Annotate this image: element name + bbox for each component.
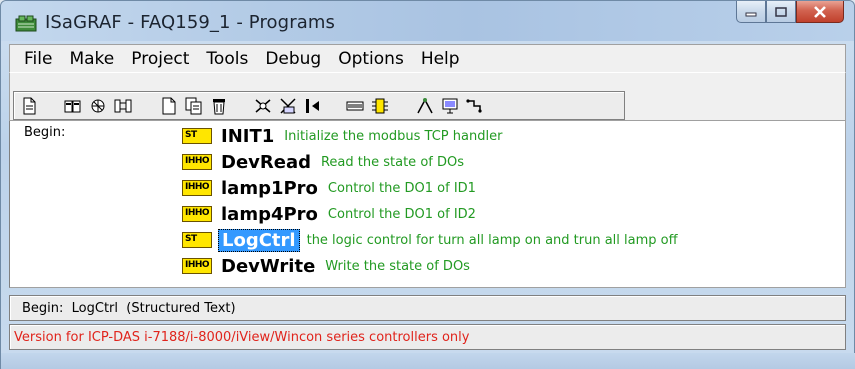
ladder-diagram-icon: IHHO: [182, 206, 212, 222]
new-program-icon[interactable]: [160, 97, 178, 115]
title-bar[interactable]: ISaGRAF - FAQ159_1 - Programs: [1, 1, 854, 41]
run-icon[interactable]: [304, 97, 322, 115]
program-name[interactable]: DevWrite: [218, 256, 318, 277]
program-name[interactable]: DevRead: [218, 152, 314, 173]
delete-icon[interactable]: [210, 97, 228, 115]
program-description: Initialize the modbus TCP handler: [284, 128, 503, 144]
program-row[interactable]: ST INIT1 Initialize the modbus TCP handl…: [182, 125, 502, 147]
structured-text-icon: ST: [182, 232, 212, 248]
program-name[interactable]: INIT1: [218, 126, 277, 147]
program-row-selected[interactable]: ST LogCtrl the logic control for turn al…: [182, 228, 678, 252]
dictionary-icon[interactable]: [64, 97, 82, 115]
close-button[interactable]: [796, 1, 844, 23]
menu-help[interactable]: Help: [413, 49, 469, 69]
version-note-text: Version for ICP-DAS i-7188/i-8000/iView/…: [14, 330, 470, 345]
program-list: Begin: ST INIT1 Initialize the modbus TC…: [9, 121, 846, 288]
minimize-icon: [745, 12, 757, 16]
maximize-button[interactable]: [766, 1, 796, 23]
io-board-icon[interactable]: [346, 97, 364, 115]
structured-text-icon: ST: [182, 128, 212, 144]
menu-debug[interactable]: Debug: [257, 49, 330, 69]
program-description: Read the state of DOs: [320, 154, 464, 170]
program-description: Control the DO1 of ID1: [327, 180, 476, 196]
window-controls: [736, 1, 844, 25]
sim-icon[interactable]: [371, 97, 389, 115]
app-window: ISaGRAF - FAQ159_1 - Programs File Make …: [0, 0, 855, 369]
program-description: Control the DO1 of ID2: [327, 206, 476, 222]
io-connection-icon[interactable]: [114, 97, 132, 115]
program-description: the logic control for turn all lamp on a…: [306, 232, 678, 248]
ladder-diagram-icon: IHHO: [182, 154, 212, 170]
program-name[interactable]: lamp1Pro: [218, 178, 321, 199]
window-title: ISaGRAF - FAQ159_1 - Programs: [45, 12, 335, 33]
program-row[interactable]: IHHO lamp1Pro Control the DO1 of ID1: [182, 177, 476, 199]
program-description: Write the state of DOs: [325, 258, 470, 274]
ladder-diagram-icon: IHHO: [182, 180, 212, 196]
debug-icon[interactable]: [416, 97, 434, 115]
toolbar-buttons: [13, 91, 625, 120]
menu-bar: File Make Project Tools Debug Options He…: [9, 44, 846, 72]
window-bottom-frame: [1, 353, 855, 369]
menu-options[interactable]: Options: [330, 49, 413, 69]
compile-icon[interactable]: [254, 97, 272, 115]
menu-file[interactable]: File: [16, 49, 61, 69]
toolbar: [9, 72, 846, 121]
isagraf-app-icon[interactable]: [15, 15, 37, 32]
status-info-text: Begin: LogCtrl (Structured Text): [22, 301, 236, 316]
ladder-diagram-icon: IHHO: [182, 258, 212, 274]
minimize-button[interactable]: [736, 1, 766, 23]
status-bar-info: Begin: LogCtrl (Structured Text): [9, 295, 846, 321]
program-row[interactable]: IHHO lamp4Pro Control the DO1 of ID2: [182, 203, 476, 225]
section-label-begin: Begin:: [24, 125, 66, 140]
verify-icon[interactable]: [279, 97, 297, 115]
program-row[interactable]: IHHO DevWrite Write the state of DOs: [182, 255, 470, 277]
connect-icon[interactable]: [466, 97, 484, 115]
program-name[interactable]: LogCtrl: [218, 228, 300, 252]
status-bar-version: Version for ICP-DAS i-7188/i-8000/iView/…: [9, 324, 846, 350]
monitor-icon[interactable]: [441, 97, 459, 115]
new-page-icon[interactable]: [20, 97, 38, 115]
menu-make[interactable]: Make: [61, 49, 123, 69]
maximize-icon: [775, 6, 787, 17]
program-name[interactable]: lamp4Pro: [218, 204, 321, 225]
link-icon[interactable]: [89, 97, 107, 115]
menu-project[interactable]: Project: [123, 49, 198, 69]
program-row[interactable]: IHHO DevRead Read the state of DOs: [182, 151, 464, 173]
close-icon: [814, 5, 826, 18]
copy-program-icon[interactable]: [185, 97, 203, 115]
menu-tools[interactable]: Tools: [198, 49, 257, 69]
